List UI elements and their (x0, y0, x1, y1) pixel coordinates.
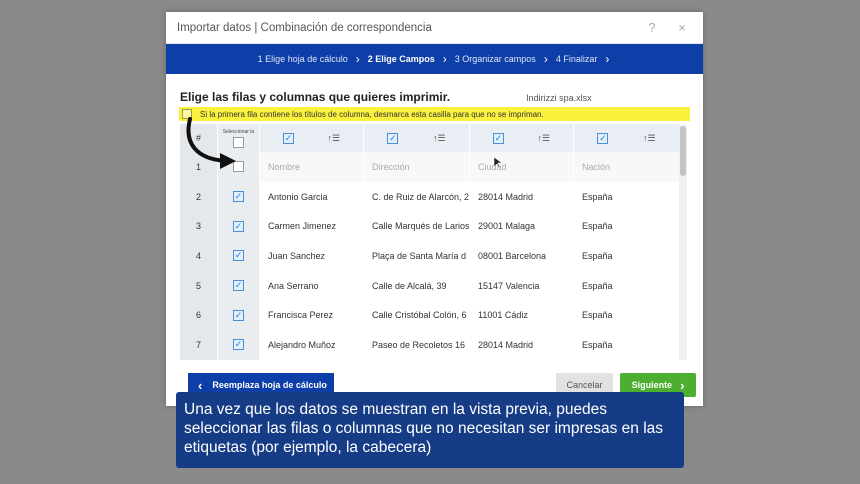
cell-name: Antonio Garcia (260, 181, 364, 212)
step-choose-fields[interactable]: 2 Elige Campos (368, 54, 435, 64)
row-number: 4 (180, 241, 218, 271)
cell-city: Ciudad (470, 152, 574, 182)
next-label: Siguiente (631, 380, 673, 390)
sort-icon[interactable]: ↑☰ (538, 133, 551, 144)
cell-address: Dirección (364, 152, 470, 182)
step-choose-spreadsheet[interactable]: 1 Elige hoja de cálculo (258, 54, 348, 64)
row-select: ✓ (218, 300, 260, 331)
cell-country: España (574, 300, 680, 331)
caption-text: Una vez que los datos se muestran en la … (184, 401, 664, 456)
cell-name: Nombre (260, 152, 364, 182)
heading-row: Elige las filas y columnas que quieres i… (180, 90, 690, 104)
wizard-steps: 1 Elige hoja de cálculo › 2 Elige Campos… (166, 44, 703, 74)
row-select: ✓ (218, 211, 260, 242)
header-notice-bar: Si la primera fila contiene los títulos … (179, 107, 690, 121)
chevron-right-icon: › (543, 52, 548, 66)
step-organize-fields[interactable]: 3 Organizar campos (455, 54, 536, 64)
header-notice-text: Si la primera fila contiene los títulos … (200, 109, 544, 119)
table-row: 6 ✓ Francisca Perez Calle Cristóbal Coló… (180, 300, 680, 331)
tutorial-caption: Una vez que los datos se muestran en la … (176, 392, 684, 468)
cell-address: Calle Cristóbal Colón, 6 (364, 300, 470, 331)
column-header-c: ✓ ↑☰ (470, 124, 574, 152)
cell-address: Calle de Alcalá, 39 (364, 270, 470, 301)
sort-icon[interactable]: ↑☰ (433, 133, 446, 144)
dialog-titlebar: Importar datos | Combinación de correspo… (166, 12, 703, 44)
cell-city: 11001 Cádiz (470, 300, 574, 331)
chevron-right-icon: › (605, 52, 610, 66)
dialog-title: Importar datos | Combinación de correspo… (177, 21, 432, 34)
row-select: ✓ (218, 181, 260, 212)
page-title: Elige las filas y columnas que quieres i… (180, 90, 451, 104)
row-checkbox[interactable]: ✓ (233, 339, 244, 351)
cell-address: Paseo de Recoletos 16 (364, 330, 470, 360)
cancel-label: Cancelar (566, 380, 603, 390)
row-number: 2 (180, 181, 218, 212)
table-header-row: # Seleccionar la ✓ ↑☰ ✓ ↑☰ ✓ ↑☰ ✓ ↑☰ (180, 124, 680, 152)
row-checkbox[interactable]: ✓ (233, 250, 244, 262)
row-checkbox[interactable]: ✓ (233, 191, 244, 203)
column-c-checkbox[interactable]: ✓ (492, 132, 504, 144)
cell-country: Nación (574, 152, 680, 182)
cell-address: Plaça de Santa María d (364, 241, 470, 271)
cell-country: España (574, 181, 680, 212)
step-finish[interactable]: 4 Finalizar (556, 54, 598, 64)
row-number: 3 (180, 211, 218, 242)
column-header-d: ✓ ↑☰ (574, 124, 680, 152)
filename-label: Indirizzi spa.xlsx (526, 93, 592, 103)
cell-name: Francisca Perez (260, 300, 364, 331)
row-number: 7 (180, 330, 218, 360)
column-d-checkbox[interactable]: ✓ (597, 132, 609, 144)
chevron-right-icon: › (680, 377, 685, 393)
row-select: ✓ (218, 270, 260, 301)
cell-name: Carmen Jimenez (260, 211, 364, 242)
cell-name: Alejandro Muñoz (260, 330, 364, 360)
row-number: 6 (180, 300, 218, 331)
table-row: 7 ✓ Alejandro Muñoz Paseo de Recoletos 1… (180, 330, 680, 360)
table-row: 5 ✓ Ana Serrano Calle de Alcalá, 39 1514… (180, 270, 680, 301)
cell-country: España (574, 241, 680, 271)
cell-city: 28014 Madrid (470, 181, 574, 212)
cell-city: 15147 Valencia (470, 270, 574, 301)
cell-address: C. de Ruiz de Alarcón, 2 (364, 181, 470, 212)
preview-table: # Seleccionar la ✓ ↑☰ ✓ ↑☰ ✓ ↑☰ ✓ ↑☰ 1 N… (180, 124, 680, 360)
chevron-right-icon: › (442, 52, 447, 66)
cell-country: España (574, 330, 680, 360)
table-scrollbar[interactable] (679, 124, 687, 360)
cell-city: 29001 Malaga (470, 211, 574, 242)
column-a-checkbox[interactable]: ✓ (282, 132, 294, 144)
table-row: 3 ✓ Carmen Jimenez Calle Marqués de Lari… (180, 211, 680, 242)
row-select: ✓ (218, 330, 260, 360)
cell-country: España (574, 211, 680, 242)
table-row: 2 ✓ Antonio Garcia C. de Ruiz de Alarcón… (180, 181, 680, 212)
table-row: 1 Nombre Dirección Ciudad Nación (180, 152, 680, 182)
help-icon[interactable]: ? (642, 20, 662, 35)
sort-icon[interactable]: ↑☰ (328, 133, 341, 144)
close-icon[interactable]: × (672, 20, 692, 35)
cell-address: Calle Marqués de Larios (364, 211, 470, 242)
row-select: ✓ (218, 241, 260, 271)
column-header-a: ✓ ↑☰ (260, 124, 364, 152)
chevron-right-icon: › (355, 52, 360, 66)
row-checkbox[interactable]: ✓ (233, 309, 244, 321)
row-checkbox[interactable]: ✓ (233, 220, 244, 232)
mouse-cursor-icon (494, 157, 502, 169)
replace-spreadsheet-label: Reemplaza hoja de cálculo (212, 380, 327, 390)
scrollbar-thumb[interactable] (680, 126, 686, 176)
cell-city: 08001 Barcelona (470, 241, 574, 271)
curved-arrow-icon (186, 117, 236, 169)
cell-name: Juan Sanchez (260, 241, 364, 271)
column-b-checkbox[interactable]: ✓ (387, 132, 399, 144)
row-number: 5 (180, 270, 218, 301)
column-header-b: ✓ ↑☰ (364, 124, 470, 152)
row-checkbox[interactable]: ✓ (233, 280, 244, 292)
chevron-left-icon: ‹ (198, 377, 203, 393)
cell-city: 28014 Madrid (470, 330, 574, 360)
sort-icon[interactable]: ↑☰ (643, 133, 656, 144)
cell-name: Ana Serrano (260, 270, 364, 301)
table-row: 4 ✓ Juan Sanchez Plaça de Santa María d … (180, 241, 680, 271)
cell-country: España (574, 270, 680, 301)
